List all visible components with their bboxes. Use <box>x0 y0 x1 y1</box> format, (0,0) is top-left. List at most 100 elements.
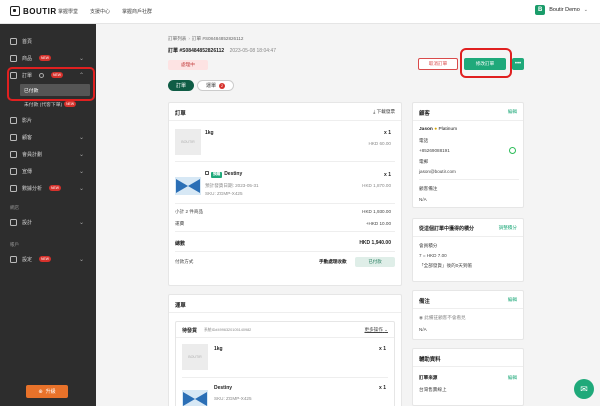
item-name: 1kg <box>205 130 214 136</box>
divider <box>175 203 395 204</box>
adjust-points-link[interactable]: 調整積分 <box>499 225 517 231</box>
item-sku: SKU: ZGMP-X425 <box>214 396 252 401</box>
nav-support[interactable]: 支援中心 <box>90 8 110 15</box>
divider <box>175 231 395 232</box>
tab-shipment[interactable]: 運單 2 <box>197 80 235 91</box>
shipment-card: 運單 待發貨 系統ID#4996320105140982 更多操作 ⌄ BOUT… <box>168 294 402 406</box>
customer-name[interactable]: Jason <box>419 127 433 132</box>
customer-tier: Platinum <box>438 127 458 132</box>
new-badge: NEW <box>39 256 51 262</box>
sidebar-item-home[interactable]: 首頁 <box>0 34 96 48</box>
phone-value: +85269088191 <box>419 148 450 153</box>
more-actions-button[interactable]: ••• <box>512 58 524 70</box>
divider <box>413 366 523 367</box>
customer-name-row: Jason ● Platinum <box>419 127 457 132</box>
upgrade-button[interactable]: ⊕ 升級 <box>26 385 68 398</box>
divider <box>175 251 395 252</box>
eye-off-icon: ◉ <box>419 315 424 320</box>
home-icon <box>10 37 17 45</box>
app-window: BOUTIR 掌握學堂 支援中心 掌握商戶社群 B Boutir Demo ⌄ … <box>0 0 600 406</box>
tier-icon: ● <box>434 127 438 132</box>
points-card: 從這個訂單中獲得的積分 調整積分 會員積分 7 = HKD 7.00 「全部發貨… <box>412 218 524 282</box>
sidebar-item-label: 顧客 <box>22 134 33 141</box>
chevron-down-icon: ⌄ <box>78 168 84 175</box>
item-price: HKD 60.00 <box>368 141 391 146</box>
remark-label: 顧客備注 <box>419 186 438 191</box>
order-card: 訂單 ⤓ 下載發票 BOUTIR 1kg x 1 HKD 60.00 預購 Des… <box>168 102 402 286</box>
divider <box>175 161 395 162</box>
divider <box>413 236 523 237</box>
edit-customer-link[interactable]: 編輯 <box>508 109 517 115</box>
sidebar-item-label: 數據分析 <box>22 185 43 192</box>
chat-button[interactable]: ✉ <box>574 379 594 399</box>
nav-community[interactable]: 掌握商戶社群 <box>122 8 152 15</box>
product-image-placeholder: BOUTIR <box>182 344 208 370</box>
more-actions-dropdown[interactable]: 更多操作 ⌄ <box>364 327 388 333</box>
order-header: 訂單 #S08484852826112 2023-05-08 18:04:47 <box>168 47 276 54</box>
divider <box>182 377 388 378</box>
chevron-down-icon: ⌄ <box>583 7 588 13</box>
edit-source-link[interactable]: 編輯 <box>508 375 517 381</box>
tab-order[interactable]: 訂單 <box>168 80 195 91</box>
card-title: 顧客 <box>419 111 430 117</box>
card-title: 備注 <box>419 299 430 305</box>
sidebar-item-design[interactable]: 設計 ⌄ <box>0 215 96 229</box>
top-nav: 掌握學堂 支援中心 掌握商戶社群 <box>58 8 152 15</box>
brush-icon <box>10 218 17 226</box>
store-name: Boutir Demo <box>549 7 580 13</box>
sidebar-section-account: 帳戶 <box>10 242 19 247</box>
subtotal-label: 小計 2 件商品 <box>175 209 204 214</box>
notes-value: N/A <box>419 327 427 332</box>
card-title: 運單 <box>175 303 186 309</box>
sidebar-item-products[interactable]: 商品 NEW ⌄ <box>0 51 96 65</box>
play-icon <box>10 116 17 124</box>
logo-text: BOUTIR <box>23 6 57 16</box>
new-badge: NEW <box>39 55 51 61</box>
store-switcher[interactable]: B Boutir Demo ⌄ <box>535 5 588 15</box>
sidebar-item-settings[interactable]: 設定 NEW ⌄ <box>0 252 96 266</box>
edit-notes-link[interactable]: 編輯 <box>508 297 517 303</box>
sidebar-item-label: 商品 <box>22 55 33 62</box>
cancel-order-button[interactable]: 取消訂單 <box>418 58 458 70</box>
gear-icon <box>10 255 17 263</box>
item-qty: x 1 <box>384 172 391 178</box>
item-qty: x 1 <box>379 385 386 391</box>
order-tabs: 訂單 運單 2 <box>168 80 235 91</box>
shipment-status: 待發貨 <box>182 328 198 334</box>
sidebar-item-marketing[interactable]: 宣傳 ⌄ <box>0 164 96 178</box>
user-icon <box>10 133 17 141</box>
sidebar-item-videos[interactable]: 影片 <box>0 113 96 127</box>
product-image-placeholder: BOUTIR <box>175 129 201 155</box>
download-icon: ⤓ <box>373 109 376 114</box>
shipping-label: 運費 <box>175 221 185 226</box>
sidebar-item-membership[interactable]: 會員計劃 ⌄ <box>0 147 96 161</box>
chevron-down-icon: ⌄ <box>78 256 84 263</box>
sidebar-item-customers[interactable]: 顧客 ⌄ <box>0 130 96 144</box>
star-icon <box>10 150 17 158</box>
notes-card: 備注 編輯 ◉ 此備註顧客不會看見 N/A <box>412 290 524 340</box>
item-name-row: 預購 Destiny <box>205 171 242 178</box>
sidebar-item-analytics[interactable]: 數據分析 NEW ⌄ <box>0 181 96 195</box>
download-invoice-link[interactable]: ⤓ 下載發票 <box>373 109 395 115</box>
points-note: 「全部發貨」後的0天到帳 <box>419 263 473 268</box>
whatsapp-icon[interactable] <box>509 147 516 154</box>
email-label: 電郵 <box>419 159 429 164</box>
item-ship-date: 預計發貨日期: 2023-05-31 <box>205 183 259 188</box>
logo[interactable]: BOUTIR <box>10 6 57 16</box>
more-actions-label: 更多操作 <box>364 327 383 332</box>
breadcrumb-orders[interactable]: 訂單列表 <box>168 36 186 41</box>
nav-academy[interactable]: 掌握學堂 <box>58 8 78 15</box>
chevron-down-icon: ⌄ <box>78 185 84 192</box>
item-qty: x 1 <box>384 130 391 136</box>
remark-value: N/A <box>419 197 427 202</box>
paid-status-button[interactable]: 已付款 <box>355 257 395 267</box>
breadcrumb: 訂單列表 › 訂單 #S08484852826112 <box>168 36 244 41</box>
logo-icon <box>10 6 20 16</box>
sidebar-item-label: 設定 <box>22 256 33 263</box>
chevron-down-icon: ⌄ <box>78 134 84 141</box>
breadcrumb-current: 訂單 #S08484852826112 <box>191 36 244 41</box>
divider <box>419 179 519 180</box>
payment-method: 手動處理收款 <box>319 259 347 264</box>
upgrade-label: 升級 <box>45 389 56 395</box>
card-title: 輔助資料 <box>419 357 441 363</box>
